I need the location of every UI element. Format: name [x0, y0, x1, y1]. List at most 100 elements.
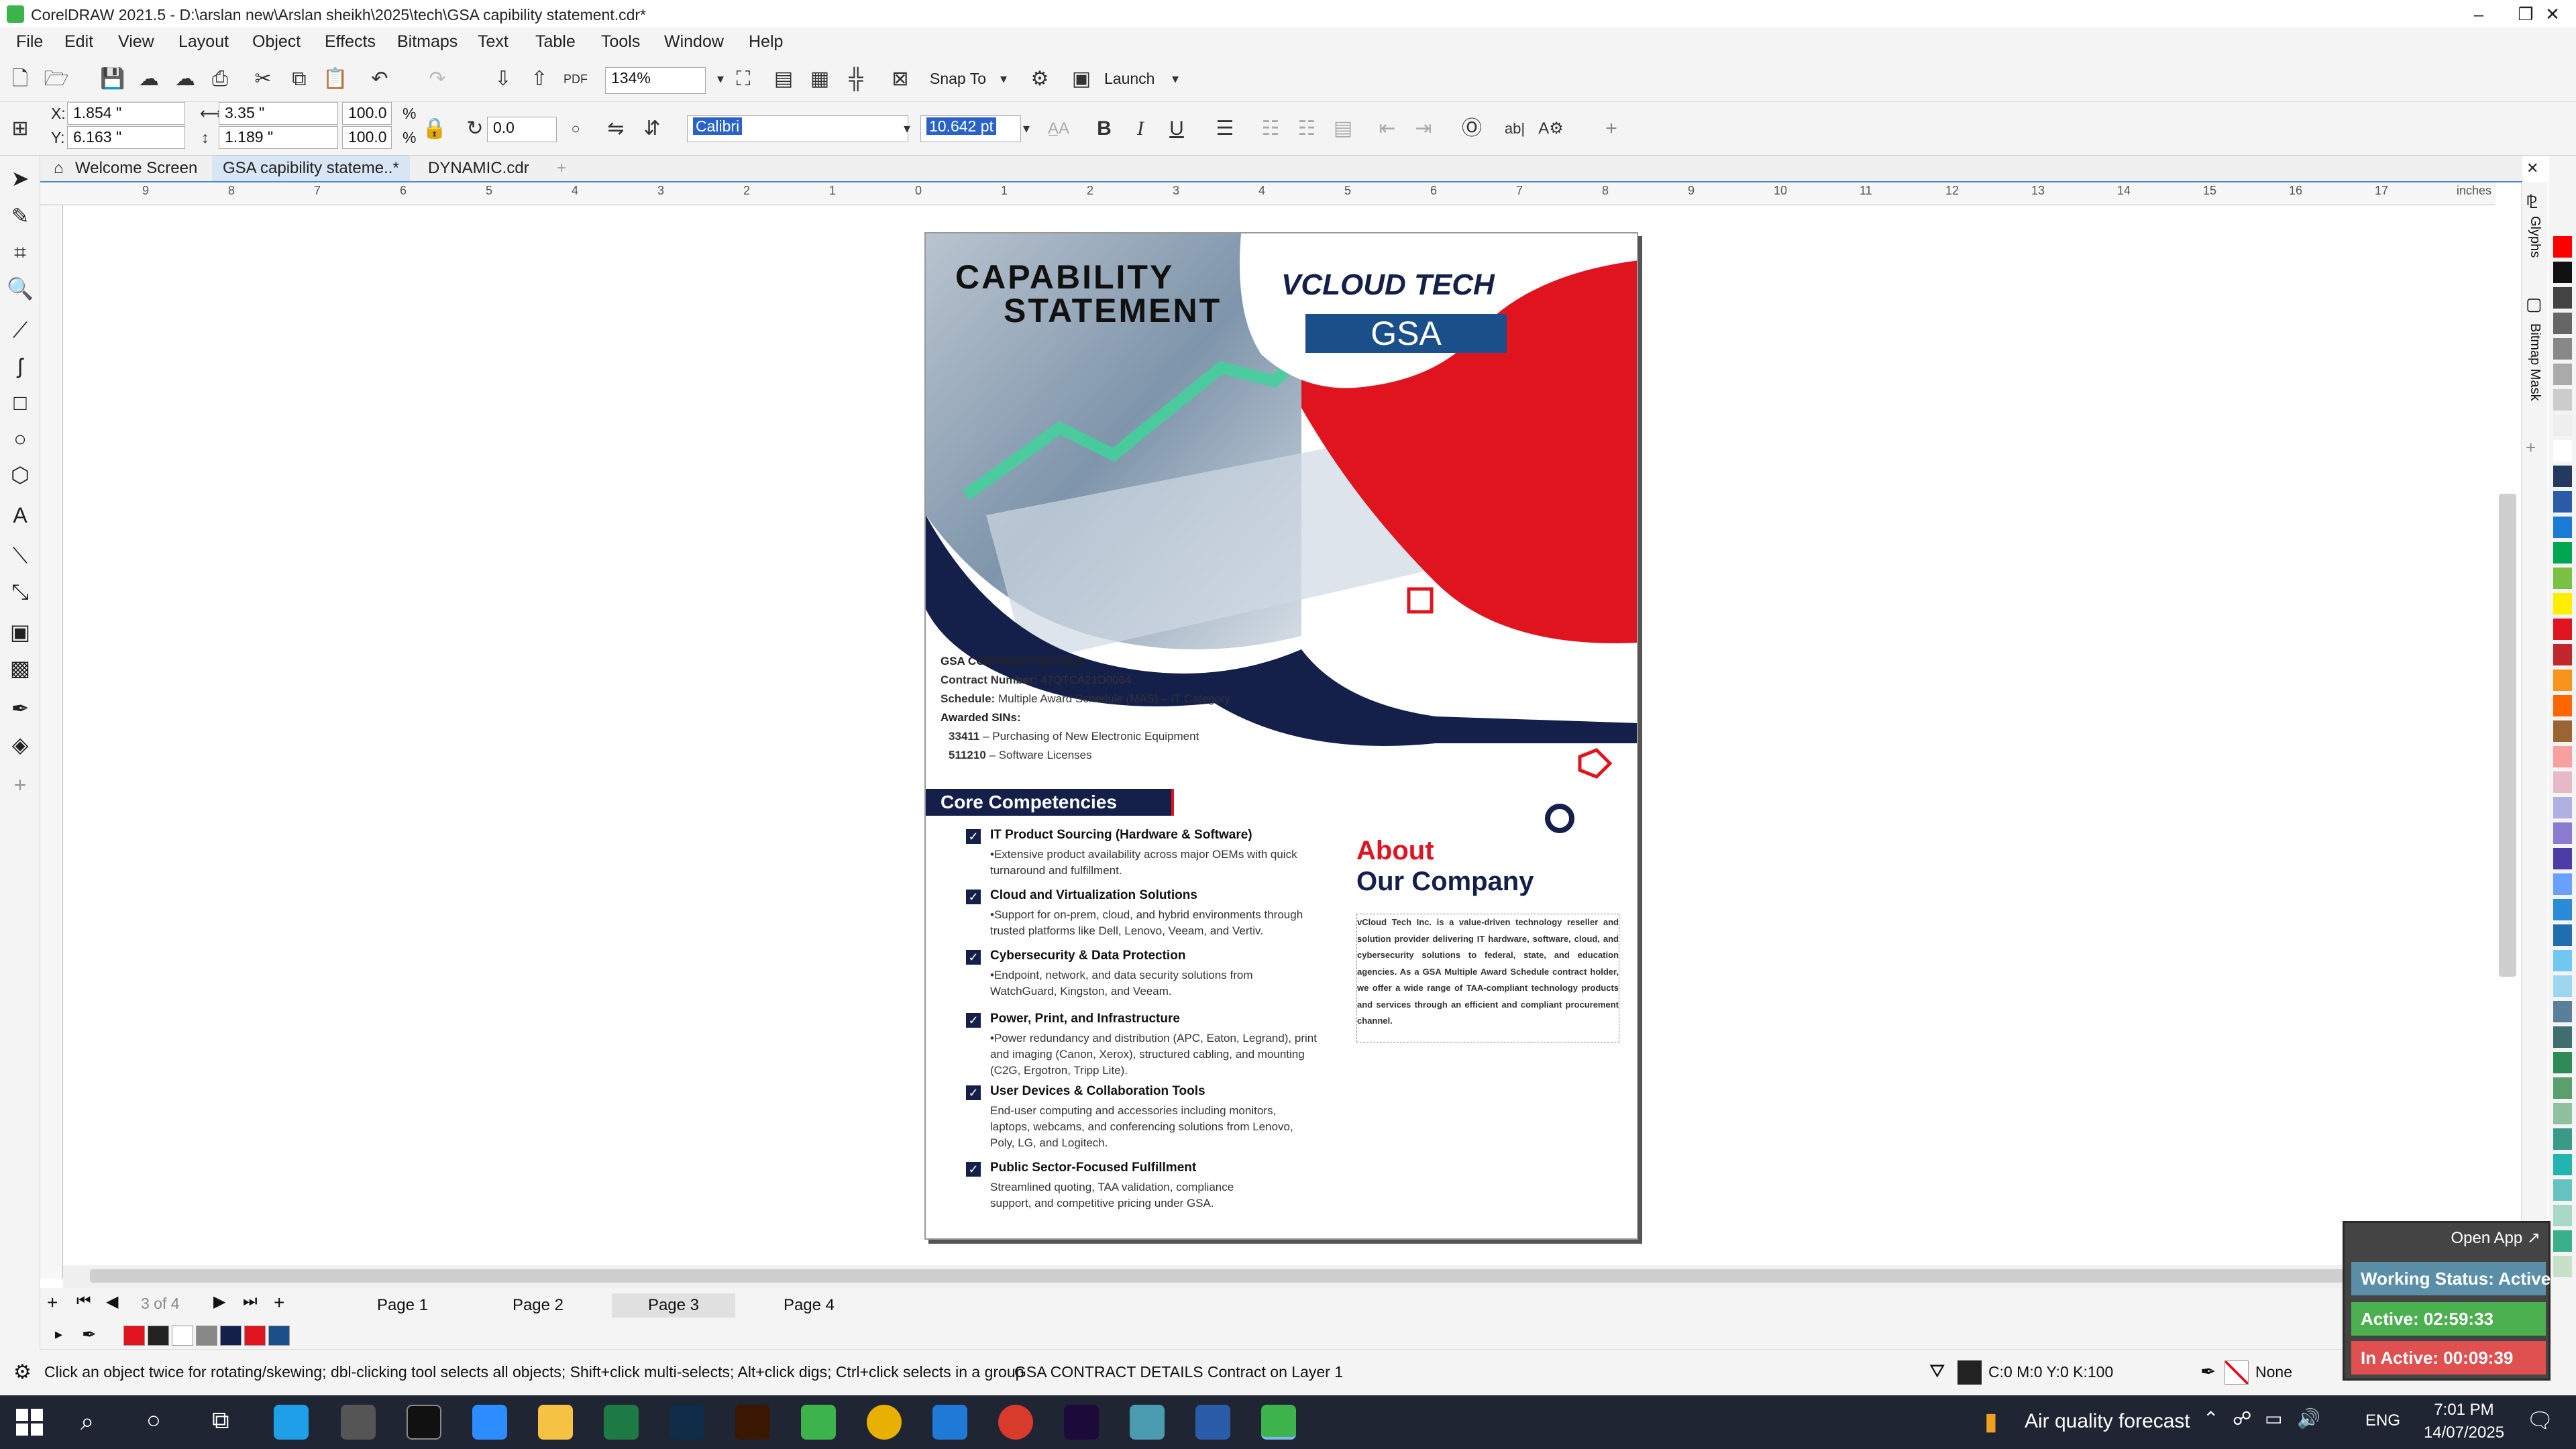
scale-width-field[interactable]: 100.0 [342, 102, 392, 125]
eyedropper-icon[interactable]: ✒ [82, 1324, 97, 1345]
menu-object[interactable]: Object [252, 32, 301, 52]
app-icon[interactable] [1130, 1405, 1165, 1440]
pdf-icon[interactable]: PDF [561, 64, 590, 94]
menu-bitmaps[interactable]: Bitmaps [397, 32, 458, 52]
quick-customize-icon[interactable]: + [5, 770, 35, 800]
zoom-level-field[interactable]: 134% [605, 67, 706, 94]
add-docker-icon[interactable]: + [2526, 437, 2536, 458]
cloud-upload-icon[interactable]: ☁ [134, 64, 164, 94]
cloud-sync-icon[interactable]: ☁ [170, 64, 200, 94]
document-swatch[interactable] [268, 1326, 290, 1346]
palette-swatch[interactable] [2553, 1179, 2572, 1201]
excel-icon[interactable] [604, 1405, 639, 1440]
palette-expand-icon[interactable]: ▸ [55, 1326, 62, 1343]
palette-swatch[interactable] [2553, 1154, 2572, 1175]
drop-cap-icon[interactable]: ▤ [1328, 114, 1358, 144]
page-tab-4[interactable]: Page 4 [747, 1293, 871, 1318]
pick-tool-icon[interactable]: ➤ [5, 164, 35, 193]
eyedropper-tool-icon[interactable]: ✒ [5, 694, 35, 723]
new-document-icon[interactable]: 🗋 [5, 64, 35, 94]
add-page-after-icon[interactable]: + [274, 1292, 284, 1313]
show-grid-icon[interactable]: ▦ [805, 64, 835, 94]
font-size-field[interactable]: 10.642 pt [920, 115, 1021, 142]
object-origin-icon[interactable]: ⊞ [5, 114, 35, 144]
document-page[interactable]: CAPABILITY STATEMENT VCLOUD TECH GSA GSA… [924, 232, 1638, 1240]
menu-tools[interactable]: Tools [601, 32, 640, 52]
start-windows-icon[interactable] [16, 1409, 43, 1436]
palette-swatch[interactable] [2553, 797, 2572, 818]
palette-swatch[interactable] [2553, 822, 2572, 844]
scale-height-field[interactable]: 100.0 [342, 126, 392, 149]
cortana-icon[interactable]: ○ [146, 1406, 161, 1434]
polygon-tool-icon[interactable]: ⬡ [5, 460, 35, 490]
chrome-icon[interactable] [867, 1405, 902, 1440]
snap-dropdown-icon[interactable]: ▾ [989, 64, 1018, 94]
palette-swatch[interactable] [2553, 899, 2572, 920]
fill-swatch[interactable] [1957, 1360, 1982, 1385]
document-swatch[interactable] [172, 1326, 193, 1346]
minimize-button[interactable]: – [2455, 0, 2502, 28]
transparency-tool-icon[interactable]: ▩ [5, 653, 35, 683]
add-page-before-icon[interactable]: + [47, 1292, 58, 1313]
menu-layout[interactable]: Layout [178, 32, 229, 52]
close-doc-icon[interactable]: ✕ [2516, 156, 2549, 181]
palette-swatch[interactable] [2553, 695, 2572, 716]
palette-swatch[interactable] [2553, 619, 2572, 640]
docker-tab-bitmap-mask[interactable]: Bitmap Mask [2527, 323, 2542, 401]
palette-swatch[interactable] [2553, 517, 2572, 538]
palette-swatch[interactable] [2553, 262, 2572, 283]
ellipse-tool-icon[interactable]: ○ [5, 424, 35, 453]
pen-app-icon[interactable] [341, 1405, 376, 1440]
page-tab-3[interactable]: Page 3 [612, 1293, 735, 1318]
clock-time[interactable]: 7:01 PM [2420, 1401, 2508, 1419]
clock-date[interactable]: 14/07/2025 [2415, 1424, 2513, 1442]
document-swatch[interactable] [123, 1326, 145, 1346]
redo-icon[interactable]: ↷ [423, 64, 452, 94]
last-page-icon[interactable]: ⏭ [243, 1292, 258, 1311]
palette-swatch[interactable] [2553, 440, 2572, 462]
next-page-icon[interactable]: ▶ [213, 1292, 225, 1311]
parallel-dimension-icon[interactable]: ⟍ [5, 541, 35, 570]
palette-swatch[interactable] [2553, 491, 2572, 513]
close-button[interactable]: ✕ [2529, 0, 2576, 28]
file-explorer-icon[interactable] [538, 1405, 573, 1440]
full-screen-icon[interactable]: ⛶ [729, 64, 758, 94]
font-size-dropdown-icon[interactable]: ▾ [1012, 114, 1041, 144]
page-tab-2[interactable]: Page 2 [476, 1293, 600, 1318]
volume-icon[interactable]: 🔊 [2297, 1407, 2320, 1430]
terminal-icon[interactable] [407, 1405, 441, 1440]
horizontal-ruler[interactable]: 9 8 7 6 5 4 3 2 1 0 1 2 3 4 5 6 7 8 9 10 11 12 13 14 15 16 17 inche… [40, 182, 2496, 205]
font-dropdown-icon[interactable]: ▾ [892, 114, 922, 144]
palette-swatch[interactable] [2553, 644, 2572, 665]
about-text-frame[interactable]: vCloud Tech Inc. is a value-driven techn… [1356, 914, 1619, 1042]
zoom-tool-icon[interactable]: 🔍 [5, 274, 35, 303]
height-field[interactable]: 1.189 " [219, 126, 338, 149]
lock-ratio-icon[interactable]: 🔒 [420, 114, 449, 144]
palette-swatch[interactable] [2553, 1256, 2572, 1277]
menu-edit[interactable]: Edit [64, 32, 93, 52]
palette-swatch[interactable] [2553, 1001, 2572, 1022]
illustrator-icon[interactable] [735, 1405, 770, 1440]
freehand-tool-icon[interactable]: ⟋ [5, 315, 35, 345]
palette-swatch[interactable] [2553, 568, 2572, 589]
task-view-icon[interactable]: ⧉ [212, 1406, 229, 1435]
zoom-app-icon[interactable] [472, 1405, 507, 1440]
snap-off-icon[interactable]: ⊠ [885, 64, 915, 94]
palette-swatch[interactable] [2553, 975, 2572, 997]
open-icon[interactable]: 🗁 [42, 64, 71, 94]
document-swatch[interactable] [220, 1326, 241, 1346]
undo-icon[interactable]: ↶ [365, 64, 394, 94]
notifications-icon[interactable]: 🗨 [2526, 1407, 2554, 1433]
document-swatch[interactable] [244, 1326, 266, 1346]
horizontal-scrollbar[interactable] [63, 1265, 2496, 1288]
h-scroll-thumb[interactable] [90, 1269, 2491, 1283]
open-app-link[interactable]: Open App ↗ [2451, 1228, 2540, 1248]
document-swatch[interactable] [196, 1326, 217, 1346]
menu-effects[interactable]: Effects [325, 32, 376, 52]
tray-chevron-icon[interactable]: ⌃ [2203, 1407, 2218, 1430]
tray-app-icon[interactable]: ▭ [2265, 1407, 2282, 1430]
prev-page-icon[interactable]: ◀ [106, 1292, 118, 1311]
palette-swatch[interactable] [2553, 950, 2572, 971]
y-position-field[interactable]: 6.163 " [67, 126, 185, 149]
vscode-icon[interactable] [932, 1405, 967, 1440]
